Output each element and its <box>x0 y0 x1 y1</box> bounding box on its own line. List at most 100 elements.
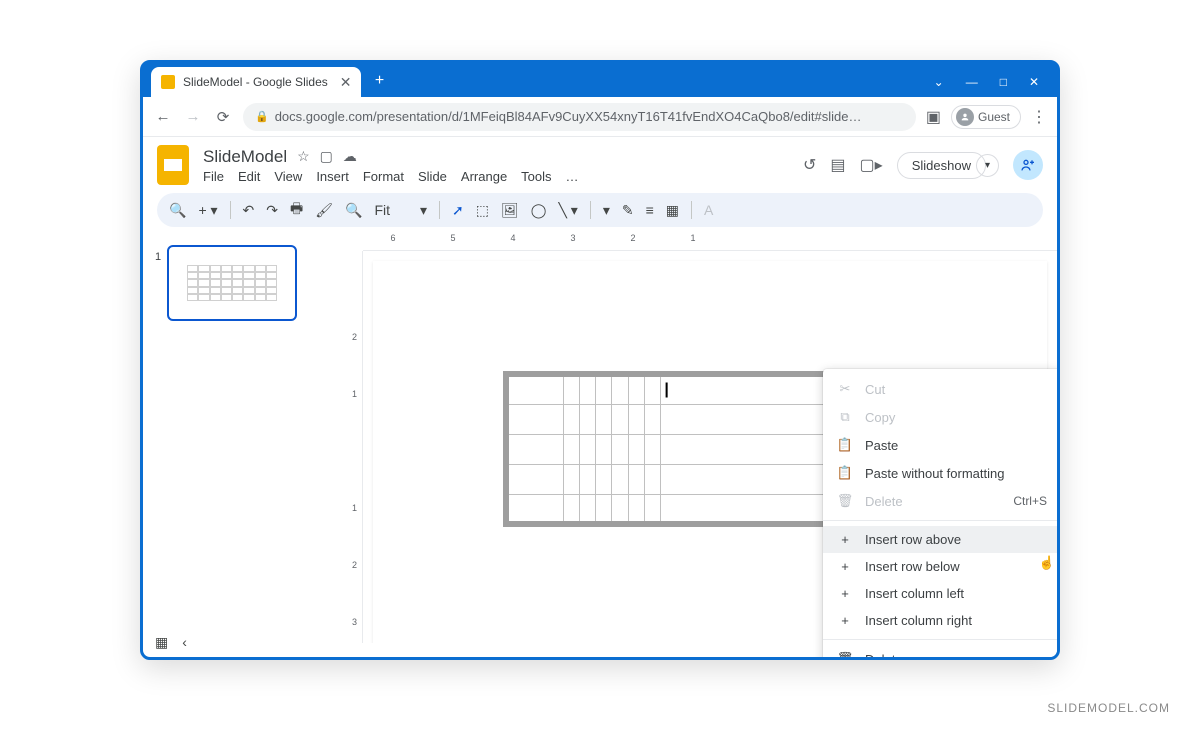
slides-app: SlideModel ☆ ▢ ☁ File Edit View Insert F… <box>143 137 1057 657</box>
app-header: SlideModel ☆ ▢ ☁ File Edit View Insert F… <box>143 137 1057 187</box>
textbox-tool-icon[interactable]: ⬚ <box>476 202 489 219</box>
bottom-controls: ▦ ‹ <box>155 634 187 651</box>
redo-icon[interactable]: ↷ <box>266 202 278 219</box>
browser-tab[interactable]: SlideModel - Google Slides ✕ <box>151 67 361 97</box>
grid-view-icon[interactable]: ▦ <box>155 634 168 651</box>
plus-icon: + <box>837 613 853 628</box>
menu-edit[interactable]: Edit <box>238 169 260 184</box>
copy-icon: ⧉ <box>837 409 853 425</box>
watermark: SLIDEMODEL.COM <box>1047 701 1170 715</box>
font-dropdown[interactable]: A <box>704 202 713 218</box>
image-tool-icon[interactable]: 🖼 <box>501 202 519 219</box>
border-dash-icon[interactable]: ▦ <box>666 202 679 219</box>
selected-table[interactable] <box>503 371 843 527</box>
collapse-panel-icon[interactable]: ‹ <box>182 634 187 651</box>
zoom-icon[interactable]: 🔍 <box>345 202 362 219</box>
border-color-icon[interactable]: ✎ <box>622 202 634 219</box>
slideshow-dropdown[interactable]: ▾ <box>976 154 999 177</box>
select-tool-icon[interactable]: ➚ <box>452 202 464 219</box>
clipboard-plain-icon: 📋 <box>837 465 853 481</box>
url-bar[interactable]: 🔒 docs.google.com/presentation/d/1MFeiqB… <box>243 103 916 131</box>
meet-icon[interactable]: ▢▸ <box>860 155 883 175</box>
minimize-button[interactable]: — <box>966 75 978 89</box>
zoom-dropdown-icon[interactable]: ▾ <box>420 202 427 219</box>
fill-color-icon[interactable]: ▾ <box>603 202 610 219</box>
zoom-level[interactable]: Fit <box>374 202 390 218</box>
thumbnail-table-preview <box>187 265 277 301</box>
menu-view[interactable]: View <box>274 169 302 184</box>
menu-insert-row-below[interactable]: + Insert row below <box>823 553 1060 580</box>
lock-icon: 🔒 <box>255 110 269 123</box>
share-button[interactable] <box>1013 150 1043 180</box>
titlebar: SlideModel - Google Slides ✕ + ⌄ — □ ✕ <box>143 63 1057 97</box>
maximize-button[interactable]: □ <box>1000 75 1007 89</box>
back-button[interactable]: ← <box>153 108 173 125</box>
menu-tools[interactable]: Tools <box>521 169 551 184</box>
menu-separator <box>823 639 1060 640</box>
comments-icon[interactable]: ▤ <box>830 155 845 175</box>
menu-insert-col-right[interactable]: + Insert column right <box>823 607 1060 634</box>
trash-icon: 🗑 <box>837 493 853 509</box>
plus-icon: + <box>837 532 853 547</box>
menu-delete[interactable]: 🗑 Delete Ctrl+S <box>823 487 1060 515</box>
shape-tool-icon[interactable]: ◯ <box>531 202 547 219</box>
scissors-icon: ✂ <box>837 381 853 397</box>
menu-arrange[interactable]: Arrange <box>461 169 507 184</box>
menu-paste[interactable]: 📋 Paste <box>823 431 1060 459</box>
slides-logo-icon[interactable] <box>157 145 189 185</box>
move-icon[interactable]: ▢ <box>320 148 333 165</box>
paint-format-icon[interactable]: 🖌 <box>315 202 333 219</box>
close-tab-icon[interactable]: ✕ <box>340 74 352 91</box>
plus-icon: + <box>837 586 853 601</box>
menu-insert[interactable]: Insert <box>316 169 349 184</box>
horizontal-ruler: 65 43 21 <box>363 233 1057 251</box>
slideshow-button[interactable]: Slideshow <box>897 152 986 179</box>
menu-delete-row[interactable]: 🗑 Delete row <box>823 645 1060 660</box>
tab-title: SlideModel - Google Slides <box>183 75 328 89</box>
menu-paste-unformatted[interactable]: 📋 Paste without formatting <box>823 459 1060 487</box>
line-tool-icon[interactable]: ╲ ▾ <box>558 202 577 219</box>
menu-copy[interactable]: ⧉ Copy <box>823 403 1060 431</box>
print-icon[interactable]: 🖶 <box>290 198 303 222</box>
menubar: File Edit View Insert Format Slide Arran… <box>203 169 579 184</box>
pointer-cursor-icon: ☝ <box>1039 555 1055 571</box>
menu-file[interactable]: File <box>203 169 224 184</box>
search-tool-icon[interactable]: 🔍 <box>169 202 186 219</box>
menu-more[interactable]: … <box>566 169 579 184</box>
document-title[interactable]: SlideModel <box>203 147 287 167</box>
new-slide-icon[interactable]: + ▾ <box>198 202 217 219</box>
slides-favicon <box>161 75 175 89</box>
menu-insert-col-left[interactable]: + Insert column left <box>823 580 1060 607</box>
star-icon[interactable]: ☆ <box>297 148 310 165</box>
new-tab-button[interactable]: + <box>369 71 389 91</box>
close-window-button[interactable]: ✕ <box>1029 75 1039 89</box>
menu-insert-row-above[interactable]: + Insert row above <box>823 526 1060 553</box>
slide-thumbnail[interactable]: 1 <box>155 245 311 321</box>
trash-icon: 🗑 <box>837 651 853 660</box>
border-weight-icon[interactable]: ≡ <box>646 202 654 218</box>
menu-separator <box>823 520 1060 521</box>
addressbar: ← → ⟳ 🔒 docs.google.com/presentation/d/1… <box>143 97 1057 137</box>
thumbnail-number: 1 <box>155 251 161 263</box>
reader-icon[interactable]: ▣ <box>926 107 941 127</box>
thumbnail-preview <box>167 245 297 321</box>
forward-button[interactable]: → <box>183 108 203 125</box>
menu-format[interactable]: Format <box>363 169 404 184</box>
window-controls: ⌄ — □ ✕ <box>934 75 1057 97</box>
profile-button[interactable]: Guest <box>951 105 1021 129</box>
kebab-menu-icon[interactable]: ⋮ <box>1031 107 1047 127</box>
menu-cut[interactable]: ✂ Cut <box>823 375 1060 403</box>
undo-icon[interactable]: ↶ <box>243 202 255 219</box>
url-text: docs.google.com/presentation/d/1MFeiqBl8… <box>275 109 862 124</box>
history-icon[interactable]: ↺ <box>803 155 816 175</box>
context-menu: ✂ Cut ⧉ Copy 📋 Paste 📋 Paste without for… <box>823 369 1060 660</box>
toolbar: 🔍 + ▾ ↶ ↷ 🖶 🖌 🔍 Fit ▾ ➚ ⬚ 🖼 ◯ ╲ ▾ ▾ ✎ ≡ … <box>157 193 1043 227</box>
chevron-down-icon[interactable]: ⌄ <box>934 75 944 89</box>
vertical-ruler: 2 1 12 3 <box>347 251 363 643</box>
thumbnail-panel: 1 <box>143 233 323 643</box>
menu-slide[interactable]: Slide <box>418 169 447 184</box>
cloud-icon[interactable]: ☁ <box>343 148 357 165</box>
reload-button[interactable]: ⟳ <box>213 108 233 126</box>
plus-icon: + <box>837 559 853 574</box>
browser-window: SlideModel - Google Slides ✕ + ⌄ — □ ✕ ←… <box>140 60 1060 660</box>
